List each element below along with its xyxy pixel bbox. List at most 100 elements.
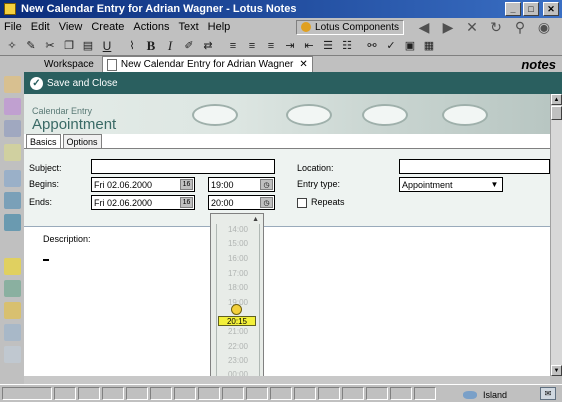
tab-basics[interactable]: Basics — [26, 134, 61, 148]
time-option[interactable]: 16:00 — [221, 254, 255, 263]
time-option[interactable]: 15:00 — [221, 239, 255, 248]
location-status[interactable]: Island — [463, 388, 507, 401]
copy-icon[interactable]: ❐ — [61, 38, 77, 54]
status-cell[interactable] — [54, 387, 76, 400]
status-cell[interactable] — [318, 387, 340, 400]
link-icon[interactable]: ⚯ — [364, 38, 380, 54]
indent-icon[interactable]: ⇥ — [282, 38, 298, 54]
globe-icon[interactable]: ◉ — [534, 19, 554, 35]
selected-time[interactable]: 20:15 — [218, 316, 256, 326]
time-slider-handle[interactable] — [231, 304, 242, 315]
tab-new-calendar-entry[interactable]: New Calendar Entry for Adrian Wagner ✕ — [101, 56, 313, 72]
paste-icon[interactable]: ▤ — [80, 38, 96, 54]
begins-calendar-icon[interactable]: 16 — [180, 179, 193, 190]
align-right-icon[interactable]: ≡ — [263, 38, 279, 54]
entry-type-select[interactable]: Appointment ▼ — [399, 177, 503, 192]
scroll-down-icon[interactable]: ▼ — [551, 365, 562, 376]
status-cell[interactable] — [198, 387, 220, 400]
underline-icon[interactable]: U — [99, 38, 115, 54]
stop-icon[interactable]: ✕ — [462, 19, 482, 35]
status-cell[interactable] — [294, 387, 316, 400]
status-cell[interactable] — [366, 387, 388, 400]
status-cell[interactable] — [150, 387, 172, 400]
align-left-icon[interactable]: ≡ — [225, 38, 241, 54]
internet-bookmark-icon[interactable] — [4, 214, 21, 231]
ends-clock-icon[interactable]: ◷ — [260, 197, 273, 208]
status-cell[interactable] — [342, 387, 364, 400]
menu-help[interactable]: Help — [208, 21, 231, 33]
search-icon[interactable]: ⚲ — [510, 19, 530, 35]
text-color-icon[interactable]: ⇄ — [200, 38, 216, 54]
replicator-bookmark-icon[interactable] — [4, 170, 21, 187]
tab-options[interactable]: Options — [62, 134, 102, 148]
menu-create[interactable]: Create — [91, 21, 124, 33]
todo-bookmark-icon[interactable] — [4, 144, 21, 161]
scroll-thumb[interactable] — [551, 106, 562, 120]
web-bookmark-icon[interactable] — [4, 192, 21, 209]
inbox-icon[interactable]: ✉ — [540, 387, 556, 400]
folder-bookmark-icon[interactable] — [4, 302, 21, 319]
location-combo[interactable]: Lotus Components — [296, 19, 404, 35]
status-cell[interactable] — [174, 387, 196, 400]
favorites-bookmark-icon[interactable] — [4, 280, 21, 297]
close-button[interactable]: ✕ — [543, 2, 559, 16]
ends-time-field[interactable]: 20:00 ◷ — [208, 195, 275, 210]
begins-clock-icon[interactable]: ◷ — [260, 179, 273, 190]
status-cell[interactable] — [246, 387, 268, 400]
numbering-icon[interactable]: ☷ — [339, 38, 355, 54]
bullets-icon[interactable]: ☰ — [320, 38, 336, 54]
status-cell[interactable] — [126, 387, 148, 400]
refresh-icon[interactable]: ↻ — [486, 19, 506, 35]
maximize-button[interactable]: □ — [523, 2, 539, 16]
time-picker-popup[interactable]: ▲ 14:00 15:00 16:00 17:00 18:00 19:00 20… — [210, 213, 264, 393]
menu-file[interactable]: File — [4, 21, 22, 33]
spellcheck-icon[interactable]: ✓ — [383, 38, 399, 54]
status-cell[interactable] — [78, 387, 100, 400]
smarticon-edit-icon[interactable]: ✎ — [23, 38, 39, 54]
status-cell[interactable] — [222, 387, 244, 400]
forward-arrow-icon[interactable]: ▶ — [438, 19, 458, 35]
menu-text[interactable]: Text — [178, 21, 198, 33]
status-cell[interactable] — [390, 387, 412, 400]
repeats-checkbox[interactable] — [297, 198, 307, 208]
databases-bookmark-icon[interactable] — [4, 258, 21, 275]
horizontal-scrollbar[interactable] — [24, 376, 550, 384]
tab-workspace[interactable]: Workspace — [24, 57, 102, 72]
scroll-up-icon[interactable]: ▲ — [551, 94, 562, 105]
time-option[interactable]: 14:00 — [221, 225, 255, 234]
status-cell[interactable] — [270, 387, 292, 400]
mail-bookmark-icon[interactable] — [4, 76, 21, 93]
minimize-button[interactable]: _ — [505, 2, 521, 16]
subject-field[interactable] — [91, 159, 275, 174]
bold-icon[interactable]: B — [143, 38, 159, 54]
status-cell[interactable] — [102, 387, 124, 400]
cut-icon[interactable]: ✂ — [42, 38, 58, 54]
menu-view[interactable]: View — [59, 21, 83, 33]
back-arrow-icon[interactable]: ◀ — [414, 19, 434, 35]
highlighter-icon[interactable]: ✐ — [181, 38, 197, 54]
time-option[interactable]: 23:00 — [221, 356, 255, 365]
table-icon[interactable]: ▦ — [421, 38, 437, 54]
menu-edit[interactable]: Edit — [31, 21, 50, 33]
time-picker-up-icon[interactable]: ▲ — [252, 216, 259, 223]
dropdown-arrow-icon[interactable]: ▼ — [488, 179, 501, 190]
time-option[interactable]: 18:00 — [221, 283, 255, 292]
tab-close-icon[interactable]: ✕ — [299, 59, 307, 70]
address-book-bookmark-icon[interactable] — [4, 120, 21, 137]
time-option[interactable]: 17:00 — [221, 269, 255, 278]
save-and-close-button[interactable]: ✓ Save and Close — [30, 76, 118, 90]
smarticon-new-icon[interactable]: ✧ — [4, 38, 20, 54]
status-cell[interactable] — [414, 387, 436, 400]
begins-time-field[interactable]: 19:00 ◷ — [208, 177, 275, 192]
attach-icon[interactable]: ⌇ — [124, 38, 140, 54]
begins-date-field[interactable]: Fri 02.06.2000 16 — [91, 177, 195, 192]
align-center-icon[interactable]: ≡ — [244, 38, 260, 54]
menu-actions[interactable]: Actions — [133, 21, 169, 33]
status-cell[interactable] — [2, 387, 52, 400]
italic-icon[interactable]: I — [162, 38, 178, 54]
outdent-icon[interactable]: ⇤ — [301, 38, 317, 54]
vertical-scrollbar[interactable]: ▲ ▼ — [550, 94, 562, 376]
time-option[interactable]: 22:00 — [221, 342, 255, 351]
more-bookmarks-icon[interactable] — [4, 346, 21, 363]
image-icon[interactable]: ▣ — [402, 38, 418, 54]
